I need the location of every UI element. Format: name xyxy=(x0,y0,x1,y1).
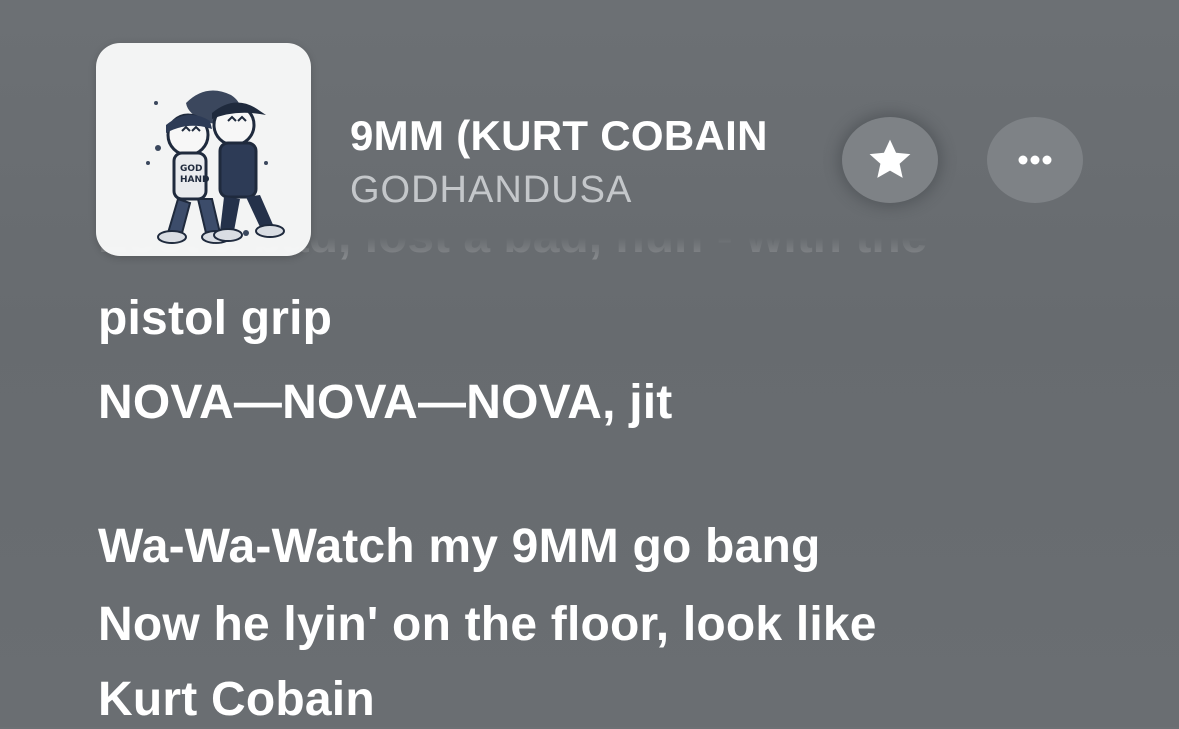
artwork-illustration: GOD HAND xyxy=(146,90,285,244)
ellipsis-icon xyxy=(1018,155,1052,165)
more-options-button[interactable] xyxy=(987,117,1083,203)
lyric-text-previous: Lost a bad, lost a bad, hun - with the xyxy=(98,238,927,263)
favorite-button[interactable] xyxy=(842,117,938,203)
lyric-line[interactable]: Now he lyin' on the floor, look like xyxy=(98,596,877,654)
lyric-line[interactable]: Wa-Wa-Watch my 9MM go bang xyxy=(98,518,821,576)
lyric-line[interactable]: NOVA—NOVA—NOVA, jit xyxy=(98,374,672,432)
svg-text:HAND: HAND xyxy=(180,175,210,185)
song-title: 9MM (KURT COBAIN xyxy=(350,112,768,159)
lyric-line[interactable]: pistol grip xyxy=(98,290,332,348)
album-artwork[interactable]: GOD HAND xyxy=(96,43,311,256)
song-title-container[interactable]: 9MM (KURT COBAIN xyxy=(350,108,830,164)
lyric-line[interactable]: Kurt Cobain xyxy=(98,671,375,729)
lyric-line-previous[interactable]: Lost a bad, lost a bad, hun - with the xyxy=(98,238,1058,272)
star-icon xyxy=(869,139,911,178)
artist-name[interactable]: GODHANDUSA xyxy=(350,166,632,214)
svg-text:GOD: GOD xyxy=(180,164,203,174)
